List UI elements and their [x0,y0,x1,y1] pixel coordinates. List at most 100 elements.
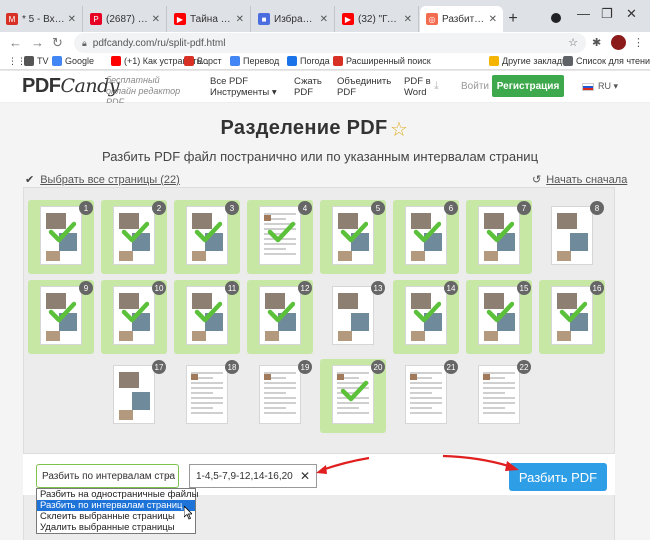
bookmark-folder[interactable]: Список для чтения [563,56,650,66]
nav-line: Все PDF [210,76,249,87]
page-thumbnail[interactable]: 8 [539,200,605,274]
page-thumbnail[interactable]: 2 [101,200,167,274]
select-all-pages[interactable]: ✔ Выбрать все страницы (22) [25,173,180,187]
split-mode-select[interactable]: Разбить по интервалам стра ⌵ [36,464,179,488]
tab-close-icon[interactable]: ✕ [404,14,412,25]
page-thumbnail[interactable]: 12 [247,280,313,354]
split-mode-option[interactable]: Удалить выбранные страницы [37,522,195,533]
bookmark-item[interactable]: Расширенный поиск [333,56,431,66]
page-preview [551,206,593,265]
page-preview [478,365,520,424]
favorite-star-icon[interactable]: ☆ [390,117,408,142]
browser-tab[interactable]: ◎ Разбить PDF ф✕ [420,6,503,32]
tab-close-icon[interactable]: ✕ [236,14,244,25]
browser-toolbar: ← → ↻ 🔒︎ pdfcandy.com/ru/split-pdf.html … [0,32,650,54]
page-number-badge: 22 [517,360,531,374]
page-thumbnail[interactable]: 18 [174,359,240,433]
menu-icon[interactable]: ⋮ [633,36,644,49]
site-nav-item[interactable]: Все PDF Инструменты ▾ [210,76,277,98]
page-thumbnail[interactable]: 3 [174,200,240,274]
page-thumbnail[interactable]: 10 [101,280,167,354]
new-tab-button[interactable]: + [504,10,522,28]
bookmark-label: Перевод [243,56,280,66]
page-number-badge: 18 [225,360,239,374]
minimize-icon[interactable]: — [577,6,590,21]
bookmark-item[interactable]: Перевод [230,56,279,66]
bookmark-star-icon[interactable]: ☆ [568,36,578,49]
tab-search-icon[interactable] [551,13,561,23]
page-thumbnail[interactable]: 21 [393,359,459,433]
close-window-icon[interactable]: ✕ [626,6,637,22]
extensions-icon[interactable]: ✱ [592,36,601,49]
browser-tab[interactable]: ▶ (32) "Горячая✕ [336,6,419,32]
forward-icon[interactable]: → [31,35,44,50]
page-thumbnail[interactable]: 17 [101,359,167,433]
browser-tab[interactable]: ▶ Тайна деревянной✕ [168,6,251,32]
bookmark-label: TV [37,56,49,66]
login-link[interactable]: Войти [461,81,489,92]
page-number-badge: 8 [590,201,604,215]
bookmark-favicon-icon [287,56,297,66]
page-number-badge: 7 [517,201,531,215]
page-thumbnail[interactable]: 22 [466,359,532,433]
split-pdf-button[interactable]: Разбить PDF [509,463,607,491]
browser-tab[interactable]: ■ Избранные ко✕ [252,6,335,32]
tab-close-icon[interactable]: ✕ [320,14,328,25]
page-thumbnail[interactable]: 16 [539,280,605,354]
page-thumbnail[interactable]: 13 [320,280,386,354]
tab-favicon-icon: M [6,13,18,25]
download-icon[interactable]: ⤓ [434,80,439,93]
reload-icon[interactable]: ↻ [52,35,63,51]
register-button[interactable]: Регистрация [492,75,564,97]
page-thumbnail[interactable]: 19 [247,359,313,433]
bookmark-item[interactable]: Google [52,56,94,66]
nav-line: PDF [294,87,313,98]
page-thumbnail[interactable]: 6 [393,200,459,274]
profile-avatar[interactable] [611,35,626,50]
page-thumbnail[interactable]: 14 [393,280,459,354]
page-thumbnail[interactable]: 4 [247,200,313,274]
bookmark-item[interactable]: TV [24,56,49,66]
nav-line: Сжать [294,76,322,87]
nav-line: Объединить [337,76,392,87]
site-nav-item[interactable]: PDF в Word [404,76,431,98]
tab-close-icon[interactable]: ✕ [489,14,497,25]
split-mode-option[interactable]: Склеить выбранные страницы [37,511,195,522]
bookmark-label: Список для чтения [576,56,650,66]
page-thumbnail[interactable]: 11 [174,280,240,354]
page-thumbnail[interactable]: 15 [466,280,532,354]
selected-check-icon [486,221,514,243]
language-select[interactable]: RU ▾ [582,81,618,92]
split-mode-option[interactable]: Разбить на одностраничные файлы [37,489,198,500]
clear-icon[interactable]: ✕ [300,469,310,483]
page-thumbnail[interactable]: 20 [320,359,386,433]
restart-link[interactable]: ↺ Начать сначала [532,173,627,187]
page-thumbnail[interactable]: 7 [466,200,532,274]
site-nav-item[interactable]: Объединить PDF [337,76,391,98]
browser-tab[interactable]: M * 5 - Входящие✕ [0,6,83,32]
tab-title: Разбить PDF ф [442,13,486,25]
page-number-badge: 14 [444,281,458,295]
page-range-input[interactable]: 1-4,5-7,9-12,14-16,20 ✕ [189,464,317,488]
page-number-badge: 10 [152,281,166,295]
pdfcandy-logo[interactable]: PDFCandy [22,75,119,98]
page-thumbnail[interactable]: 1 [28,200,94,274]
bookmark-folder[interactable]: Другие закладки [489,56,571,66]
page-number-badge: 1 [79,201,93,215]
tab-close-icon[interactable]: ✕ [68,14,76,25]
browser-tab[interactable]: P (2687) Pinterest✕ [84,6,167,32]
address-bar[interactable]: 🔒︎ pdfcandy.com/ru/split-pdf.html ☆ [74,33,586,53]
site-nav-item[interactable]: Сжать PDF [294,76,322,98]
page-thumbnail[interactable]: 9 [28,280,94,354]
maximize-icon[interactable]: ❐ [601,6,613,22]
selected-check-icon [267,301,295,323]
bookmark-favicon-icon [333,56,343,66]
page-thumbnail[interactable]: 5 [320,200,386,274]
tab-favicon-icon: P [90,13,102,25]
back-icon[interactable]: ← [9,35,22,50]
bookmark-item[interactable]: Погода [287,56,330,66]
tab-close-icon[interactable]: ✕ [152,14,160,25]
split-mode-option[interactable]: Разбить по интервалам страниц [37,500,195,511]
nav-line: Инструменты ▾ [210,87,277,98]
bookmark-item[interactable]: Ворст [184,56,222,66]
